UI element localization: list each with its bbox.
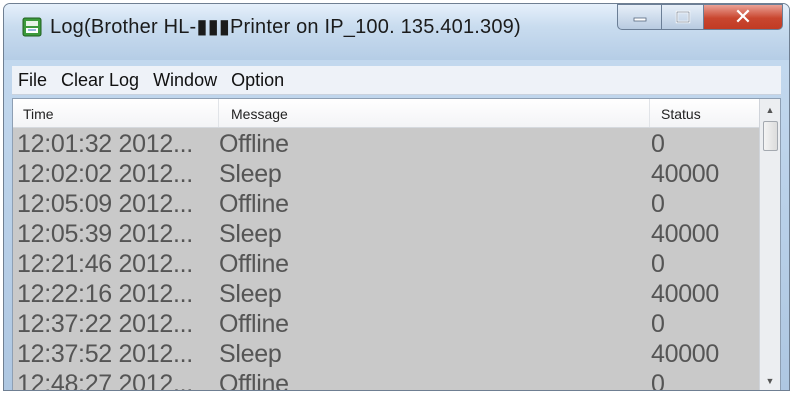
- cell-time: 12:37:52 2012...: [17, 340, 193, 368]
- cell-time: 12:05:39 2012...: [17, 220, 193, 248]
- scroll-down-button[interactable]: ▼: [760, 372, 780, 390]
- cell-message: Offline: [219, 250, 289, 278]
- menu-window[interactable]: Window: [147, 66, 225, 94]
- cell-status: 0: [651, 370, 665, 390]
- table-row[interactable]: 12:05:39 2012... Sleep 40000: [13, 219, 760, 249]
- window-title: Log(Brother HL-▮▮▮Printer on IP_100. 135…: [50, 16, 521, 38]
- cell-message: Sleep: [219, 160, 282, 188]
- cell-status: 0: [651, 130, 665, 158]
- column-divider[interactable]: [218, 99, 219, 127]
- vertical-scrollbar[interactable]: ▲ ▼: [759, 99, 780, 390]
- cell-message: Offline: [219, 130, 289, 158]
- column-header-status[interactable]: Status: [661, 99, 701, 127]
- cell-time: 12:48:27 2012...: [17, 370, 193, 390]
- scroll-up-button[interactable]: ▲: [760, 101, 780, 119]
- cell-message: Sleep: [219, 340, 282, 368]
- table-row[interactable]: 12:22:16 2012... Sleep 40000: [13, 279, 760, 309]
- minimize-button[interactable]: [617, 4, 661, 30]
- table-row[interactable]: 12:48:27 2012... Offline 0: [13, 369, 760, 390]
- caption-buttons: ✕: [617, 4, 783, 32]
- table-row[interactable]: 12:05:09 2012... Offline 0: [13, 189, 760, 219]
- log-window: Log(Brother HL-▮▮▮Printer on IP_100. 135…: [3, 3, 790, 391]
- cell-message: Offline: [219, 370, 289, 390]
- table-row[interactable]: 12:37:22 2012... Offline 0: [13, 309, 760, 339]
- table-row[interactable]: 12:01:32 2012... Offline 0: [13, 129, 760, 159]
- menu-bar: File Clear Log Window Option: [12, 66, 781, 95]
- cell-status: 0: [651, 250, 665, 278]
- printer-log-icon: [22, 17, 42, 37]
- minimize-icon: [633, 17, 646, 22]
- menu-file[interactable]: File: [12, 66, 55, 94]
- cell-message: Sleep: [219, 280, 282, 308]
- table-row[interactable]: 12:37:52 2012... Sleep 40000: [13, 339, 760, 369]
- cell-message: Sleep: [219, 220, 282, 248]
- cell-time: 12:02:02 2012...: [17, 160, 193, 188]
- log-rows: 12:01:32 2012... Offline 0 12:02:02 2012…: [13, 129, 760, 390]
- cell-time: 12:22:16 2012...: [17, 280, 193, 308]
- cell-message: Offline: [219, 190, 289, 218]
- close-icon: ✕: [733, 4, 753, 29]
- cell-time: 12:05:09 2012...: [17, 190, 193, 218]
- scroll-thumb[interactable]: [763, 121, 778, 151]
- log-list[interactable]: Time Message Status 12:01:32 2012... Off…: [12, 98, 781, 390]
- cell-status: 40000: [651, 220, 720, 248]
- menu-option[interactable]: Option: [225, 66, 292, 94]
- maximize-button[interactable]: [661, 4, 703, 30]
- menu-clear-log[interactable]: Clear Log: [55, 66, 147, 94]
- maximize-icon: [675, 10, 690, 24]
- cell-time: 12:01:32 2012...: [17, 130, 193, 158]
- cell-status: 0: [651, 310, 665, 338]
- arrow-up-icon: ▲: [765, 105, 775, 115]
- table-row[interactable]: 12:21:46 2012... Offline 0: [13, 249, 760, 279]
- column-header-time[interactable]: Time: [23, 99, 54, 127]
- cell-time: 12:21:46 2012...: [17, 250, 193, 278]
- close-button[interactable]: ✕: [703, 4, 783, 30]
- cell-status: 40000: [651, 160, 720, 188]
- cell-status: 0: [651, 190, 665, 218]
- cell-time: 12:37:22 2012...: [17, 310, 193, 338]
- column-divider[interactable]: [649, 99, 650, 127]
- cell-status: 40000: [651, 340, 720, 368]
- list-header: Time Message Status: [13, 99, 760, 128]
- cell-message: Offline: [219, 310, 289, 338]
- cell-status: 40000: [651, 280, 720, 308]
- arrow-down-icon: ▼: [765, 376, 775, 386]
- title-bar[interactable]: Log(Brother HL-▮▮▮Printer on IP_100. 135…: [4, 4, 789, 60]
- table-row[interactable]: 12:02:02 2012... Sleep 40000: [13, 159, 760, 189]
- column-header-message[interactable]: Message: [231, 99, 288, 127]
